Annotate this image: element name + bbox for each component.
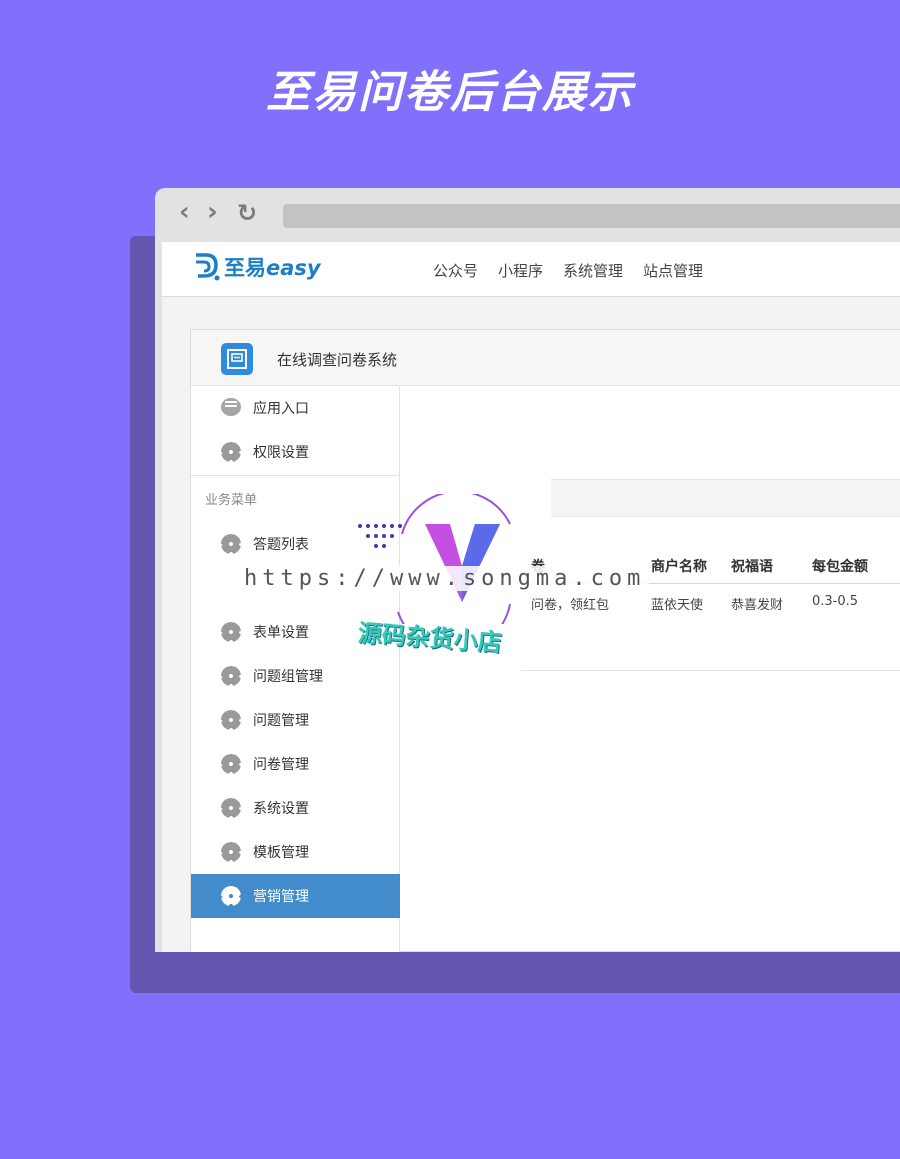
topnav-item-official-account[interactable]: 公众号 bbox=[433, 260, 478, 281]
watermark-url: https://www.songma.com bbox=[240, 566, 650, 591]
sidebar-item-permissions[interactable]: 权限设置 bbox=[191, 430, 400, 474]
gear-icon bbox=[221, 842, 241, 862]
gear-icon bbox=[221, 710, 241, 730]
top-navigation: 至易easy 公众号 小程序 系统管理 站点管理 bbox=[162, 242, 900, 297]
browser-toolbar: ‹ › ↻ bbox=[155, 188, 900, 242]
sidebar-item-marketing[interactable]: 营销管理 bbox=[191, 874, 400, 918]
gear-icon bbox=[221, 754, 241, 774]
panel-title: 在线调查问卷系统 bbox=[277, 351, 398, 369]
sidebar-item-survey-management[interactable]: 问卷管理 bbox=[191, 742, 400, 786]
page-headline: 至易问卷后台展示 bbox=[266, 67, 634, 118]
refresh-icon[interactable]: ↻ bbox=[237, 199, 257, 227]
panel-header: 在线调查问卷系统 bbox=[191, 330, 900, 386]
brand-suffix: easy bbox=[266, 256, 321, 280]
sidebar-item-label: 问题管理 bbox=[253, 713, 309, 729]
gear-icon bbox=[221, 666, 241, 686]
sidebar-divider bbox=[191, 475, 400, 476]
sidebar-item-label: 营销管理 bbox=[253, 889, 309, 905]
watermark: https://www.songma.com 源码杂货小店 bbox=[240, 494, 670, 684]
gear-icon bbox=[221, 798, 241, 818]
topnav-item-system-management[interactable]: 系统管理 bbox=[563, 260, 623, 281]
gear-icon bbox=[221, 886, 241, 906]
questionnaire-icon bbox=[221, 343, 253, 375]
chat-bubble-icon bbox=[221, 398, 241, 418]
sidebar-item-app-entry[interactable]: 应用入口 bbox=[191, 386, 400, 430]
sidebar-item-label: 应用入口 bbox=[253, 401, 309, 417]
topnav-item-mini-program[interactable]: 小程序 bbox=[498, 260, 543, 281]
topnav-item-site-management[interactable]: 站点管理 bbox=[643, 260, 703, 281]
logo-mark-icon bbox=[196, 253, 220, 281]
brand-name: 至易easy bbox=[224, 256, 321, 280]
sidebar-item-system-settings[interactable]: 系统设置 bbox=[191, 786, 400, 830]
sidebar-item-label: 问卷管理 bbox=[253, 757, 309, 773]
back-icon[interactable]: ‹ bbox=[179, 197, 190, 227]
watermark-logo-icon bbox=[358, 494, 511, 624]
gear-icon bbox=[221, 534, 241, 554]
sidebar-item-template-management[interactable]: 模板管理 bbox=[191, 830, 400, 874]
forward-icon[interactable]: › bbox=[207, 197, 218, 227]
table-header: 祝福语 bbox=[731, 559, 773, 575]
sidebar-item-label: 系统设置 bbox=[253, 801, 309, 817]
sidebar-item-label: 模板管理 bbox=[253, 845, 309, 861]
sidebar-item-question-management[interactable]: 问题管理 bbox=[191, 698, 400, 742]
topnav-links: 公众号 小程序 系统管理 站点管理 bbox=[433, 260, 703, 281]
gear-icon bbox=[221, 442, 241, 462]
table-header: 每包金额 bbox=[812, 559, 868, 575]
brand-logo[interactable]: 至易easy bbox=[192, 252, 321, 282]
address-bar[interactable] bbox=[283, 204, 900, 228]
gear-icon bbox=[221, 622, 241, 642]
sidebar-item-label: 权限设置 bbox=[253, 445, 309, 461]
table-cell: 0.3-0.5 bbox=[812, 594, 859, 609]
table-cell: 恭喜发财 bbox=[731, 598, 784, 613]
